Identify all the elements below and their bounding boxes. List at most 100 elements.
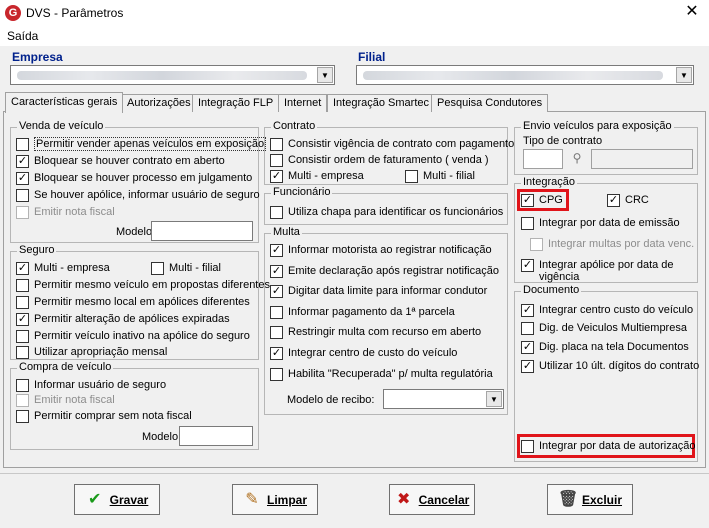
checkbox[interactable] (16, 393, 29, 407)
seguro-multi-filial[interactable]: Multi - filial (151, 261, 221, 275)
close-icon[interactable]: ✕ (680, 2, 704, 22)
checkbox[interactable] (16, 188, 29, 202)
checkbox[interactable] (405, 169, 418, 183)
excluir-button[interactable]: 🗑 Excluir (547, 484, 633, 515)
checkbox[interactable] (16, 329, 29, 343)
multa-item-1[interactable]: ✓ Emite declaração após registrar notific… (270, 264, 499, 278)
checkbox[interactable] (521, 216, 534, 230)
tab-integracao-smartec[interactable]: Integração Smartec (327, 94, 435, 112)
checkbox[interactable] (16, 345, 29, 359)
tab-caracteristicas-gerais[interactable]: Características gerais (5, 92, 124, 113)
integracao-item-2[interactable]: ✓ Integrar apólice por data de (521, 258, 674, 272)
multa-item-3[interactable]: Informar pagamento da 1ª parcela (270, 305, 455, 319)
funcionario-chapa[interactable]: Utiliza chapa para identificar os funcio… (270, 205, 503, 219)
checkbox[interactable] (16, 205, 29, 219)
contrato-multi-empresa[interactable]: ✓ Multi - empresa (270, 169, 364, 183)
cancelar-button[interactable]: ✖ Cancelar (389, 484, 475, 515)
venda-item-2[interactable]: ✓ Bloquear se houver processo em julgamen… (16, 171, 252, 185)
multa-item-6[interactable]: Habilita "Recuperada" p/ multa regulatór… (270, 367, 493, 381)
funcionario-title: Funcionário (271, 186, 333, 198)
checkbox-checked[interactable]: ✓ (16, 154, 29, 168)
checkbox[interactable] (16, 137, 29, 151)
checkbox[interactable] (521, 321, 534, 335)
integracao-item-1[interactable]: Integrar multas por data venc. (530, 237, 694, 251)
checkbox-checked[interactable]: ✓ (521, 359, 534, 373)
documento-autorizacao[interactable]: Integrar por data de autorização (521, 439, 696, 453)
compra-modelo-input[interactable] (179, 426, 253, 446)
documento-item-2[interactable]: ✓ Dig. placa na tela Documentos (521, 340, 689, 354)
filial-select[interactable]: ▼ (356, 65, 694, 85)
seguro-item-0[interactable]: Permitir mesmo veículo em propostas dife… (16, 278, 270, 292)
binoculars-icon[interactable]: ⚲ (567, 151, 587, 168)
checkbox[interactable] (270, 367, 283, 381)
seguro-item-3[interactable]: Permitir veículo inativo na apólice do s… (16, 329, 250, 343)
integracao-crc[interactable]: ✓ CRC (607, 193, 649, 207)
checkbox[interactable] (270, 205, 283, 219)
empresa-select[interactable]: ▼ (10, 65, 335, 85)
checkbox-checked[interactable]: ✓ (16, 171, 29, 185)
checkbox[interactable] (270, 137, 283, 151)
checkbox-checked[interactable]: ✓ (16, 261, 29, 275)
documento-item-0[interactable]: ✓ Integrar centro custo do veículo (521, 303, 693, 317)
seguro-multi-empresa[interactable]: ✓ Multi - empresa (16, 261, 110, 275)
seguro-item-2[interactable]: ✓ Permitir alteração de apólices expirada… (16, 312, 230, 326)
contrato-multi-filial[interactable]: Multi - filial (405, 169, 475, 183)
seguro-item-4[interactable]: Utilizar apropriação mensal (16, 345, 167, 359)
venda-item-3[interactable]: Se houver apólice, informar usuário de s… (16, 188, 260, 202)
integracao-item-0[interactable]: Integrar por data de emissão (521, 216, 680, 230)
checkbox[interactable] (16, 409, 29, 423)
checkbox-checked[interactable]: ✓ (270, 243, 283, 257)
checkbox[interactable] (270, 305, 283, 319)
checkbox[interactable] (521, 439, 534, 453)
compra-item-1[interactable]: Emitir nota fiscal (16, 393, 115, 407)
venda-item-1[interactable]: ✓ Bloquear se houver contrato em aberto (16, 154, 225, 168)
checkbox[interactable] (270, 325, 283, 339)
checkbox[interactable] (151, 261, 164, 275)
checkbox-checked[interactable]: ✓ (270, 284, 283, 298)
tab-integracao-flp[interactable]: Integração FLP (192, 94, 280, 112)
checkbox[interactable] (270, 153, 283, 167)
venda-item-0[interactable]: Permitir vender apenas veículos em expos… (16, 137, 267, 151)
chevron-down-icon: ▼ (676, 67, 692, 83)
checkbox-checked[interactable]: ✓ (270, 169, 283, 183)
checkbox[interactable] (16, 295, 29, 309)
compra-item-2[interactable]: Permitir comprar sem nota fiscal (16, 409, 192, 423)
checkbox[interactable] (530, 237, 543, 251)
checkbox-checked[interactable]: ✓ (16, 312, 29, 326)
contrato-item-1[interactable]: Consistir ordem de faturamento ( venda ) (270, 153, 489, 167)
window-title: DVS - Parâmetros (26, 6, 124, 20)
tab-pesquisa-condutores[interactable]: Pesquisa Condutores (431, 94, 549, 112)
multa-item-0[interactable]: ✓ Informar motorista ao registrar notific… (270, 243, 492, 257)
tipo-contrato-input[interactable] (523, 149, 563, 169)
checkbox-checked[interactable]: ✓ (270, 346, 283, 360)
modelo-recibo-select[interactable]: ▼ (383, 389, 504, 409)
documento-item-1[interactable]: Dig. de Veiculos Multiempresa (521, 321, 687, 335)
venda-item-4[interactable]: Emitir nota fiscal (16, 205, 115, 219)
seguro-title: Seguro (17, 244, 57, 256)
seguro-item-1[interactable]: Permitir mesmo local em apólices diferen… (16, 295, 250, 309)
checkbox-checked[interactable]: ✓ (521, 303, 534, 317)
multa-item-5[interactable]: ✓ Integrar centro de custo do veículo (270, 346, 457, 360)
envio-group: Envio veículos para exposição Tipo de co… (514, 120, 698, 175)
gravar-button[interactable]: ✔ Gravar (74, 484, 160, 515)
documento-group: Documento ✓ Integrar centro custo do veíc… (514, 284, 699, 462)
multa-item-4[interactable]: Restringir multa com recurso em aberto (270, 325, 481, 339)
documento-item-3[interactable]: ✓ Utilizar 10 últ. dígitos do contrato (521, 359, 699, 373)
checkbox-checked[interactable]: ✓ (270, 264, 283, 278)
multa-item-2[interactable]: ✓ Digitar data limite para informar condu… (270, 284, 487, 298)
compra-item-0[interactable]: Informar usuário de seguro (16, 378, 166, 392)
limpar-button[interactable]: ✎ Limpar (232, 484, 318, 515)
checkbox-checked[interactable]: ✓ (521, 258, 534, 272)
integracao-cpg[interactable]: ✓ CPG (521, 193, 563, 207)
contrato-item-0[interactable]: Consistir vigência de contrato com pagam… (270, 137, 514, 151)
checkbox-checked[interactable]: ✓ (607, 193, 620, 207)
venda-group: Venda de veículo Permitir vender apenas … (10, 120, 267, 243)
checkbox[interactable] (16, 378, 29, 392)
tab-internet[interactable]: Internet (278, 94, 328, 112)
checkbox[interactable] (16, 278, 29, 292)
checkbox-checked[interactable]: ✓ (521, 193, 534, 207)
menu-saida[interactable]: Saída (7, 29, 38, 43)
tab-autorizacoes[interactable]: Autorizações (121, 94, 197, 112)
checkbox-checked[interactable]: ✓ (521, 340, 534, 354)
venda-modelo-input[interactable] (151, 221, 253, 241)
